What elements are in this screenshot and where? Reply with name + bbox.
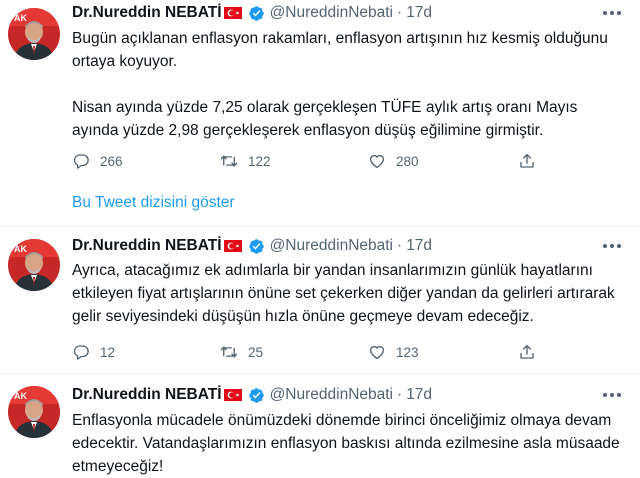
timestamp[interactable]: 17d (406, 4, 432, 22)
author-handle[interactable]: @NureddinNebati (270, 386, 393, 404)
tweet-text: Enflasyonla mücadele önümüzdeki dönemde … (72, 409, 624, 478)
more-icon[interactable] (600, 385, 624, 405)
tweet-header: Dr.Nureddin NEBATİ @NureddinNebati · 17d (72, 2, 432, 24)
retweet-icon (220, 152, 238, 170)
like-count: 280 (396, 153, 419, 169)
separator-dot: · (397, 237, 403, 254)
timestamp[interactable]: 17d (406, 237, 432, 255)
avatar[interactable] (8, 386, 60, 438)
tweet-paragraph: Enflasyonla mücadele önümüzdeki dönemde … (72, 412, 620, 475)
share-icon (518, 152, 536, 170)
retweet-icon (220, 343, 238, 361)
tweet-header: Dr.Nureddin NEBATİ @NureddinNebati · 17d (72, 235, 432, 257)
retweet-count: 122 (248, 153, 271, 169)
like-button[interactable]: 123 (368, 341, 419, 363)
verified-badge-icon (248, 387, 265, 404)
tweet-3[interactable]: Dr.Nureddin NEBATİ @NureddinNebati · 17d… (0, 374, 640, 475)
heart-icon (368, 152, 386, 170)
retweet-button[interactable]: 25 (220, 341, 263, 363)
reply-count: 266 (100, 153, 123, 169)
author-name[interactable]: Dr.Nureddin NEBATİ (72, 237, 222, 255)
author-name[interactable]: Dr.Nureddin NEBATİ (72, 386, 222, 404)
like-button[interactable]: 280 (368, 150, 419, 172)
separator-dot: · (397, 386, 403, 403)
reply-button[interactable]: 12 (72, 341, 115, 363)
tweet-paragraph: Nisan ayında yüzde 7,25 olarak gerçekleş… (72, 99, 578, 139)
tweet-actions: 12 25 123 (72, 341, 552, 363)
reply-count: 12 (100, 344, 116, 360)
avatar[interactable] (8, 8, 60, 60)
tweet-header: Dr.Nureddin NEBATİ @NureddinNebati · 17d (72, 384, 432, 406)
timestamp[interactable]: 17d (406, 386, 432, 404)
turkey-flag-icon (224, 7, 242, 19)
more-icon[interactable] (600, 3, 624, 23)
verified-badge-icon (248, 5, 265, 22)
share-button[interactable] (518, 341, 536, 363)
separator-dot: · (397, 4, 403, 21)
share-button[interactable] (518, 150, 536, 172)
author-handle[interactable]: @NureddinNebati (270, 4, 393, 22)
tweet-actions: 266 122 280 (72, 150, 552, 172)
tweet-1[interactable]: Dr.Nureddin NEBATİ @NureddinNebati · 17d… (0, 0, 640, 182)
avatar[interactable] (8, 239, 60, 291)
reply-icon (72, 343, 90, 361)
author-handle[interactable]: @NureddinNebati (270, 237, 393, 255)
tweet-text: Bugün açıklanan enflasyon rakamları, enf… (72, 27, 624, 142)
heart-icon (368, 343, 386, 361)
tweet-paragraph: Ayrıca, atacağımız ek adımlarla bir yand… (72, 262, 615, 325)
turkey-flag-icon (224, 240, 242, 252)
like-count: 123 (396, 344, 419, 360)
retweet-count: 25 (248, 344, 264, 360)
more-icon[interactable] (600, 236, 624, 256)
reply-icon (72, 152, 90, 170)
show-thread-link[interactable]: Bu Tweet dizisini göster (72, 194, 235, 212)
reply-button[interactable]: 266 (72, 150, 123, 172)
retweet-button[interactable]: 122 (220, 150, 271, 172)
share-icon (518, 343, 536, 361)
author-name[interactable]: Dr.Nureddin NEBATİ (72, 4, 222, 22)
tweet-2[interactable]: Dr.Nureddin NEBATİ @NureddinNebati · 17d… (0, 227, 640, 367)
verified-badge-icon (248, 238, 265, 255)
turkey-flag-icon (224, 389, 242, 401)
tweet-text: Ayrıca, atacağımız ek adımlarla bir yand… (72, 259, 624, 328)
tweet-paragraph: Bugün açıklanan enflasyon rakamları, enf… (72, 30, 608, 70)
